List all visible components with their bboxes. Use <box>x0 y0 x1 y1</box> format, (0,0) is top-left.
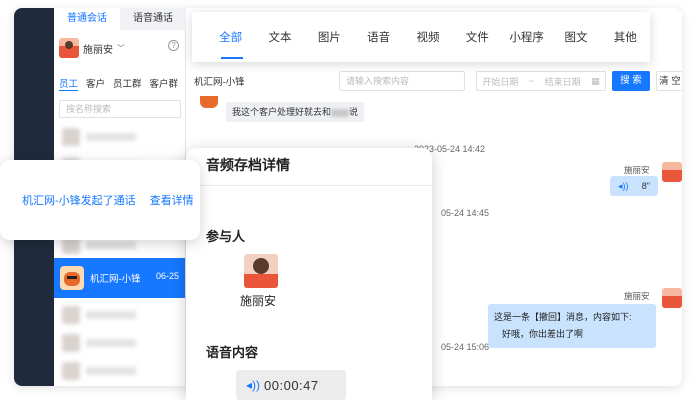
clear-button[interactable]: 清 空 <box>656 71 682 91</box>
sound-wave-icon: ◂)) <box>246 378 261 392</box>
tab-all[interactable]: 全部 <box>206 29 255 59</box>
message-timestamp: 05-24 14:45 <box>441 208 490 218</box>
start-date-field[interactable]: 开始日期 <box>482 75 518 88</box>
voice-time: 00:00:47 <box>264 377 319 393</box>
participants-label: 参与人 <box>206 229 246 244</box>
chevron-down-icon: ﹀ <box>117 43 125 53</box>
member-search-input[interactable]: 搜名称搜索 <box>59 100 181 118</box>
contact-name: 机汇网-小锋 <box>90 274 141 285</box>
tab-customer[interactable]: 客户 <box>86 76 105 91</box>
list-item[interactable] <box>62 304 178 326</box>
chat-title: 机汇网-小锋 <box>194 77 245 88</box>
voice-duration: 8" <box>641 181 650 191</box>
redacted-text <box>331 108 350 117</box>
current-user[interactable]: 施丽安 ﹀ <box>59 38 125 58</box>
date-range-separator: ~ <box>528 76 535 86</box>
voice-player[interactable]: ◂)) 00:00:47 <box>236 370 346 400</box>
selected-contact-item[interactable]: 机汇网-小锋 06-25 <box>54 258 185 298</box>
sender-name: 施丽安 <box>624 291 650 301</box>
tab-video[interactable]: 视频 <box>403 29 452 45</box>
session-type-tabs: 普通会话 语音通话 <box>54 8 186 30</box>
screenshot-stage: 普通会话 语音通话 施丽安 ﹀ ? 员工 客户 员工群 客户群 搜名称搜索 机汇 <box>0 0 697 400</box>
tab-customer-group[interactable]: 客户群 <box>150 76 179 91</box>
call-notification-text: 机汇网-小锋发起了通话 <box>22 195 136 207</box>
contact-avatar <box>60 266 84 290</box>
tab-other[interactable]: 其他 <box>601 29 650 45</box>
sound-wave-icon: ◂)) <box>618 180 629 191</box>
message-bubble: 我这个客户处理好就去和 说 <box>226 102 365 122</box>
recall-notice: 这是一条【撤回】消息，内容如下: <box>494 312 632 322</box>
tab-voice-call[interactable]: 语音通话 <box>120 8 186 30</box>
list-item[interactable] <box>62 332 178 354</box>
sender-name: 施丽安 <box>624 165 650 175</box>
message-timestamp: 05-24 15:06 <box>441 342 490 352</box>
recall-content: 好哦，你出差出了啊 <box>502 329 584 339</box>
tab-rich-media[interactable]: 图文 <box>551 29 600 45</box>
end-date-field[interactable]: 结束日期 <box>545 75 581 88</box>
sender-avatar <box>662 162 682 182</box>
tab-staff[interactable]: 员工 <box>59 76 79 91</box>
message-type-filter-tabs: 全部 文本 图片 语音 视频 文件 小程序 图文 其他 <box>192 12 650 62</box>
message-text-end: 说 <box>349 107 359 117</box>
audio-archive-detail-card: 音频存档详情 参与人 施丽安 语音内容 ◂)) 00:00:47 <box>186 148 432 400</box>
contact-date: 06-25 <box>155 271 179 281</box>
participant-avatar <box>244 254 278 288</box>
tab-voice[interactable]: 语音 <box>354 29 403 45</box>
view-details-link[interactable]: 查看详情 <box>150 192 194 208</box>
search-button[interactable]: 搜 索 <box>612 71 650 91</box>
user-avatar <box>59 38 79 58</box>
participant-name: 施丽安 <box>240 294 277 308</box>
message-text: 我这个客户处理好就去和 <box>232 107 332 117</box>
list-item[interactable] <box>62 360 178 382</box>
voice-content-label: 语音内容 <box>206 345 259 360</box>
tab-text[interactable]: 文本 <box>255 29 304 45</box>
calendar-icon: ▦ <box>591 75 600 86</box>
sender-avatar <box>662 288 682 308</box>
user-name: 施丽安 <box>83 44 113 56</box>
contact-avatar <box>200 96 218 108</box>
list-item[interactable] <box>62 126 178 148</box>
call-notification-card: 机汇网-小锋发起了通话 查看详情 <box>0 160 200 240</box>
tab-image[interactable]: 图片 <box>305 29 354 45</box>
member-type-tabs: 员工 客户 员工群 客户群 <box>59 76 178 91</box>
tab-file[interactable]: 文件 <box>453 29 502 45</box>
voice-message-bubble[interactable]: ◂)) 8" <box>610 176 658 196</box>
tab-normal-session[interactable]: 普通会话 <box>54 8 120 30</box>
question-circle-icon[interactable]: ? <box>168 40 179 51</box>
date-range-picker[interactable]: 开始日期 ~ 结束日期 ▦ <box>476 71 606 91</box>
detail-title: 音频存档详情 <box>186 148 432 186</box>
tab-mini-program[interactable]: 小程序 <box>502 29 551 45</box>
keyword-search-input[interactable]: 请输入搜索内容 <box>339 71 465 91</box>
tab-staff-group[interactable]: 员工群 <box>113 76 142 91</box>
recalled-message-bubble: 这是一条【撤回】消息，内容如下: 好哦，你出差出了啊 <box>488 304 656 348</box>
